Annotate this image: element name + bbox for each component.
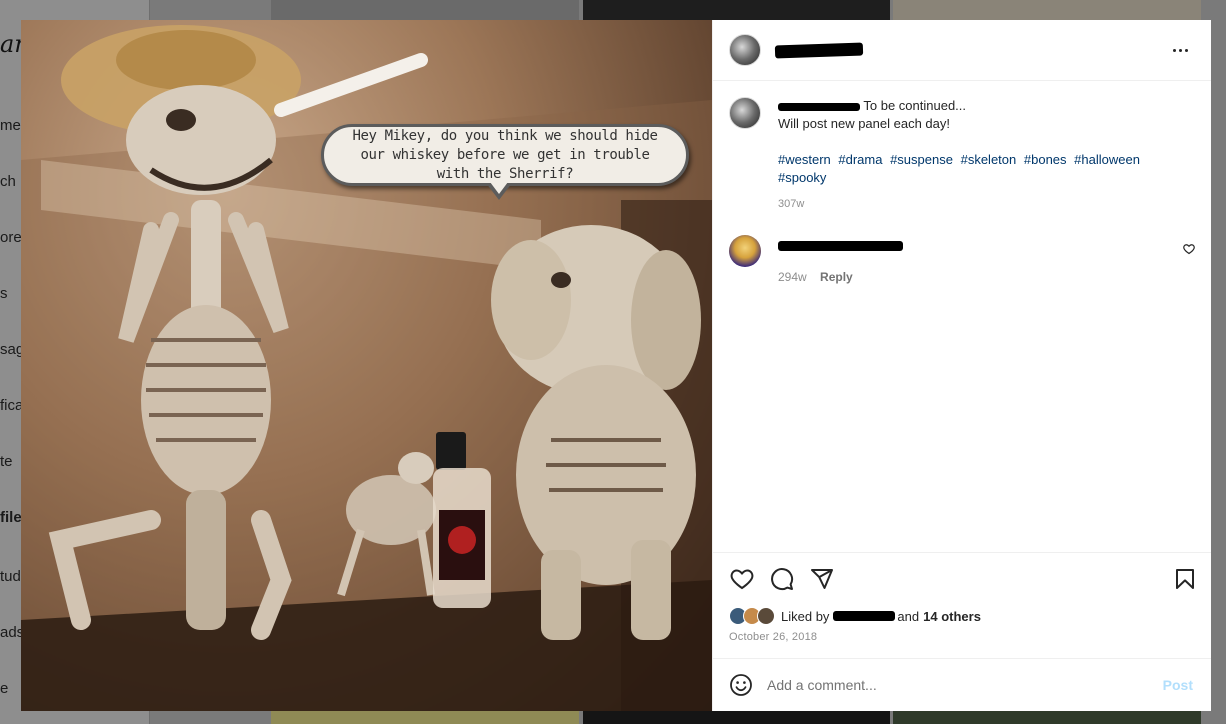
post-header bbox=[713, 20, 1211, 81]
others-link[interactable]: 14 others bbox=[923, 609, 981, 624]
post-modal: Hey Mikey, do you think we should hide o… bbox=[21, 20, 1211, 711]
redacted-caption-username bbox=[778, 102, 860, 111]
post-caption: To be continued... Will post new panel e… bbox=[729, 97, 1195, 213]
post-side-panel: To be continued... Will post new panel e… bbox=[712, 20, 1211, 711]
hashtag-link[interactable]: #spooky bbox=[778, 170, 826, 185]
likes-summary: Liked by and 14 others bbox=[729, 607, 1195, 625]
background-nav-item: fica bbox=[0, 397, 24, 414]
ellipsis-icon[interactable] bbox=[1173, 42, 1193, 58]
post-actions: Liked by and 14 others October 26, 2018 bbox=[713, 552, 1211, 658]
post-button[interactable]: Post bbox=[1163, 677, 1193, 693]
background-nav-item: s bbox=[0, 285, 8, 302]
commenter-avatar[interactable] bbox=[729, 235, 761, 267]
caption-author-avatar[interactable] bbox=[729, 97, 761, 129]
add-comment-bar: Post bbox=[713, 658, 1211, 711]
background-nav-item: ch bbox=[0, 173, 16, 190]
hashtag-link[interactable]: #drama bbox=[838, 152, 882, 167]
caption-age: 307w bbox=[778, 198, 805, 210]
paper-plane-icon[interactable] bbox=[809, 566, 835, 592]
caption-body: To be continued... Will post new panel e… bbox=[778, 97, 1168, 213]
heart-icon[interactable] bbox=[729, 566, 755, 592]
comment-body: 294w Reply bbox=[778, 235, 903, 284]
speech-bubble: Hey Mikey, do you think we should hide o… bbox=[321, 124, 689, 186]
liked-by-label: Liked by bbox=[781, 608, 830, 624]
background-nav-item: te bbox=[0, 453, 13, 470]
background-grid-tile bbox=[271, 711, 579, 724]
comment-input[interactable] bbox=[767, 677, 1147, 693]
post-photo: Hey Mikey, do you think we should hide o… bbox=[21, 20, 712, 711]
background-grid-tile bbox=[893, 0, 1201, 20]
comment-meta: 294w Reply bbox=[778, 270, 903, 284]
redacted-comment bbox=[778, 241, 903, 251]
background-nav-item: e bbox=[0, 680, 9, 697]
background-grid-tile bbox=[583, 0, 890, 20]
caption-text-line-1: To be continued... bbox=[863, 98, 967, 113]
background-grid-tile bbox=[271, 0, 579, 20]
author-avatar[interactable] bbox=[729, 34, 761, 66]
hashtag-link[interactable]: #western bbox=[778, 152, 831, 167]
and-label: and bbox=[897, 608, 920, 624]
hashtag-link[interactable]: #halloween bbox=[1074, 152, 1140, 167]
bookmark-icon[interactable] bbox=[1173, 567, 1197, 591]
hashtag-link[interactable]: #bones bbox=[1024, 152, 1067, 167]
background-grid-tile bbox=[583, 711, 890, 724]
background-nav-item: file bbox=[0, 509, 22, 526]
post-date[interactable]: October 26, 2018 bbox=[729, 631, 1195, 643]
reply-button[interactable]: Reply bbox=[820, 270, 853, 284]
caption-text-line-2: Will post new panel each day! bbox=[778, 116, 950, 131]
comment-item: 294w Reply bbox=[729, 235, 1195, 284]
redacted-liker[interactable] bbox=[833, 611, 896, 621]
hashtag-list: #western #drama #suspense #skeleton #bon… bbox=[778, 151, 1168, 187]
smiley-icon[interactable] bbox=[729, 673, 753, 697]
comment-age: 294w bbox=[778, 270, 807, 284]
hashtag-link[interactable]: #suspense bbox=[890, 152, 953, 167]
speech-bubble-icon[interactable] bbox=[769, 566, 795, 592]
heart-icon[interactable] bbox=[1183, 243, 1195, 255]
hashtag-link[interactable]: #skeleton bbox=[961, 152, 1017, 167]
background-grid-tile bbox=[893, 711, 1201, 724]
speech-bubble-tail-inner bbox=[490, 182, 508, 194]
background-nav-item: tud bbox=[0, 568, 21, 585]
liker-avatar[interactable] bbox=[757, 607, 775, 625]
liker-avatars bbox=[729, 607, 775, 625]
background-nav-item: ore bbox=[0, 229, 22, 246]
comments-area: To be continued... Will post new panel e… bbox=[713, 81, 1211, 552]
redacted-username bbox=[774, 41, 864, 59]
background-nav-item: me bbox=[0, 117, 21, 134]
action-row bbox=[729, 565, 1195, 593]
